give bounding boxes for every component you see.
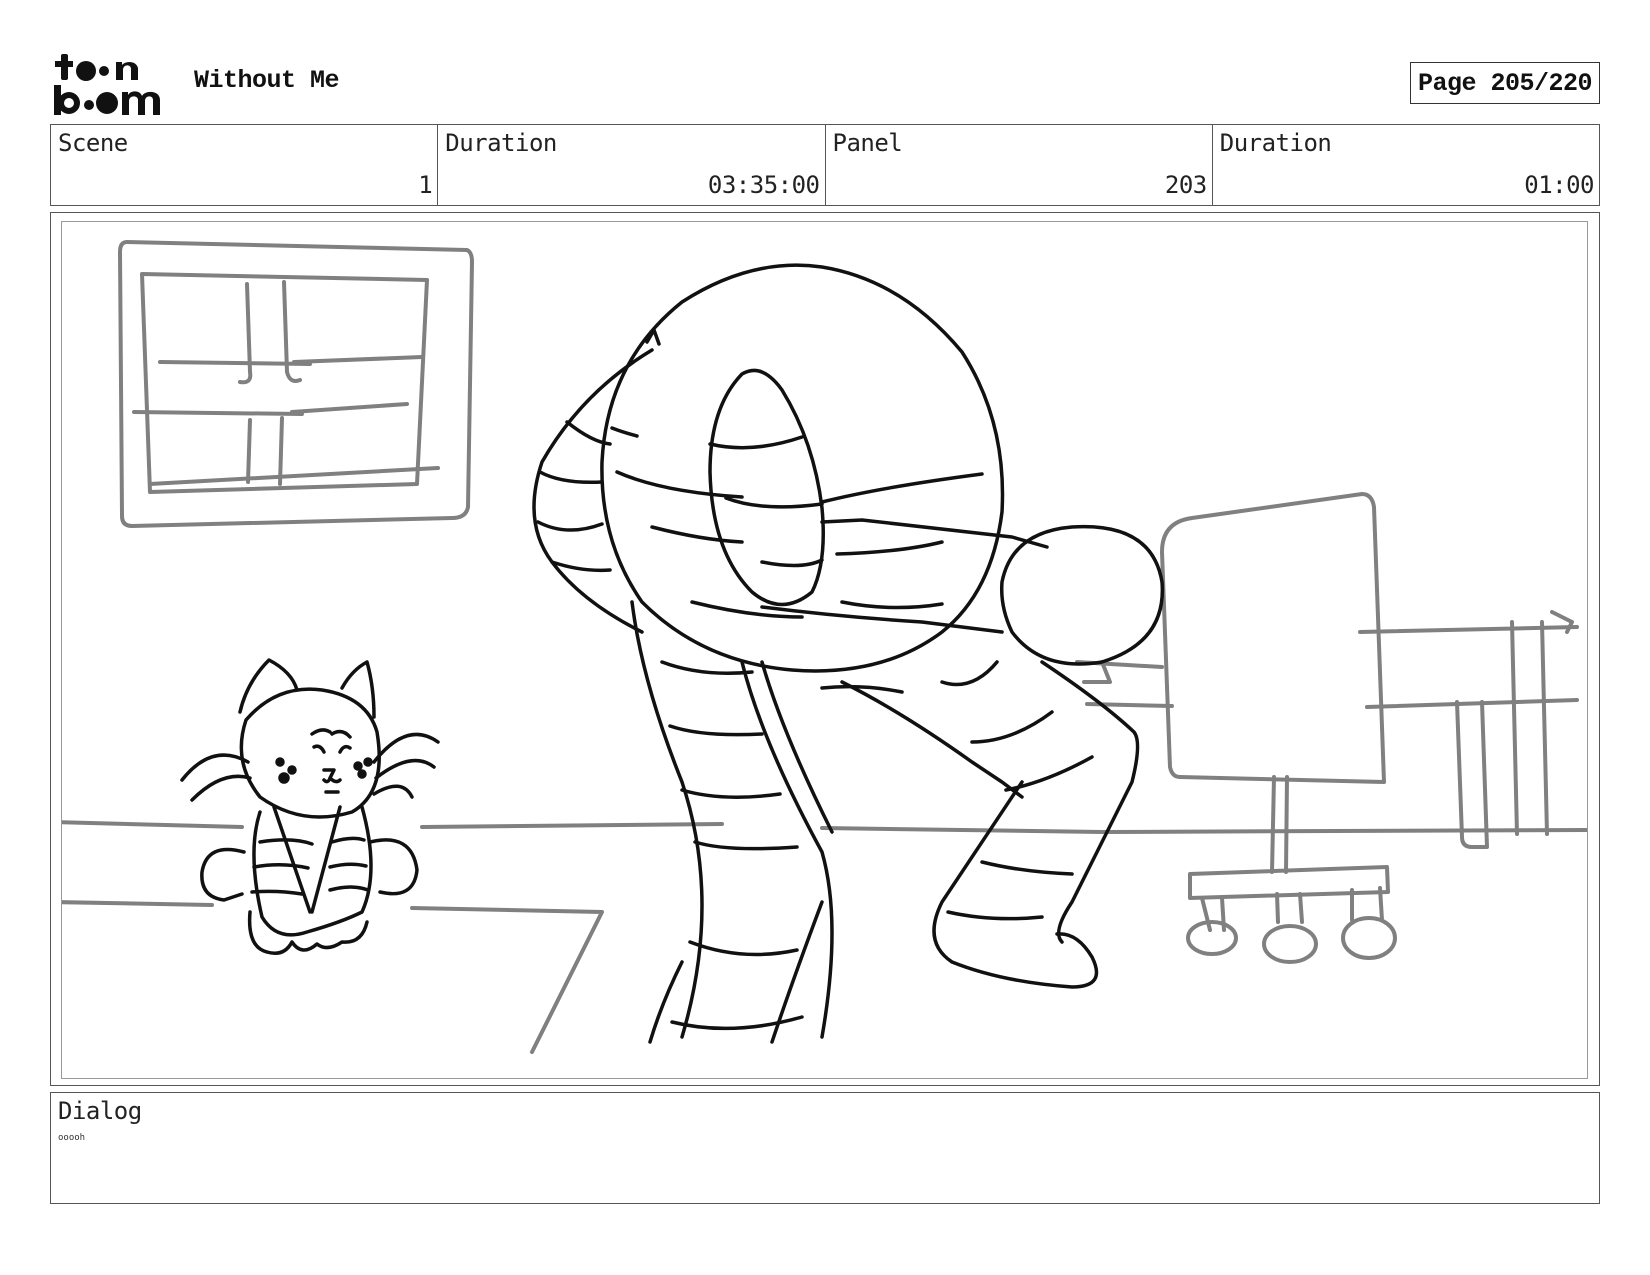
panel-frame — [50, 212, 1600, 1086]
panel-image — [61, 221, 1588, 1079]
panel-info-row: Scene 1 Duration 03:35:00 Panel 203 Dura… — [50, 124, 1600, 206]
figure-sketch — [532, 263, 1165, 1044]
background-sketch — [62, 240, 1587, 1054]
scene-duration-cell: Duration 03:35:00 — [438, 125, 826, 205]
scene-duration-label: Duration — [445, 129, 557, 157]
scene-cell: Scene 1 — [51, 125, 439, 205]
panel-number: 203 — [1164, 171, 1207, 199]
scene-duration-value: 03:35:00 — [707, 171, 820, 199]
scene-number: 1 — [418, 171, 433, 199]
dialog-box: Dialog ooooh — [50, 1092, 1600, 1204]
scene-label: Scene — [58, 129, 128, 157]
panel-label: Panel — [832, 129, 903, 157]
dialog-label: Dialog — [58, 1097, 142, 1125]
panel-duration-label: Duration — [1219, 129, 1332, 157]
panel-cell: Panel 203 — [826, 125, 1213, 205]
panel-duration-cell: Duration 01:00 — [1213, 125, 1599, 205]
toon-boom-logo — [52, 52, 170, 118]
panel-duration-value: 01:00 — [1524, 171, 1594, 199]
storyboard-title: Without Me — [194, 66, 340, 95]
cat-sketch — [180, 658, 440, 955]
dialog-text: ooooh — [58, 1133, 86, 1143]
page-counter: Page 205/220 — [1410, 62, 1600, 104]
